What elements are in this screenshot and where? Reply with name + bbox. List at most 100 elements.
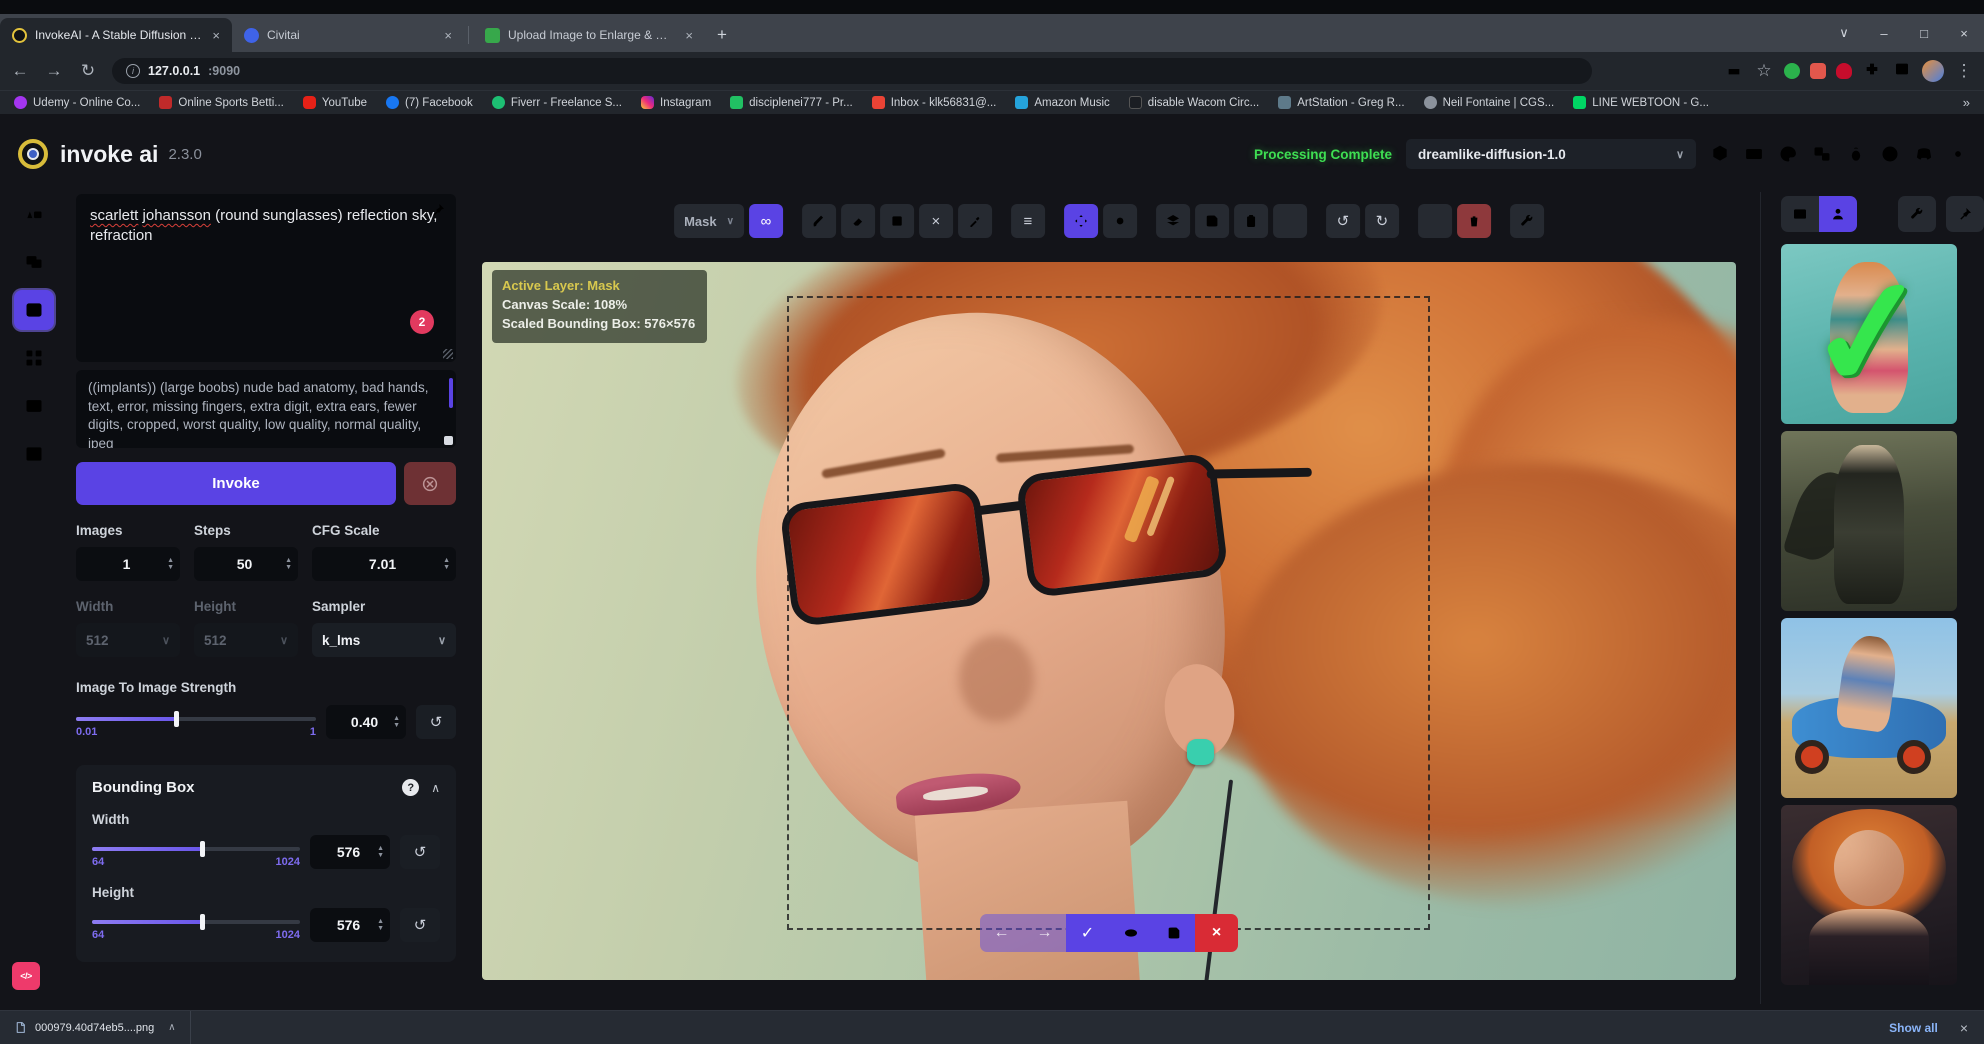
invoke-button[interactable]: Invoke	[76, 462, 396, 505]
bookmark-item[interactable]: (7) Facebook	[386, 96, 473, 109]
negative-prompt-input[interactable]: ((implants)) (large boobs) nude bad anat…	[76, 370, 456, 448]
gallery-uploads-tab[interactable]	[1819, 196, 1857, 232]
img2img-strength-slider[interactable]: 0.01 1	[76, 709, 316, 735]
tab-text-to-image[interactable]	[14, 194, 54, 234]
discard-image-button[interactable]: ×	[1195, 914, 1238, 952]
gallery-thumbnail[interactable]: ✓	[1781, 244, 1957, 424]
reset-bbox-height-button[interactable]: ↺	[400, 908, 440, 942]
show-all-downloads-link[interactable]: Show all	[1889, 1021, 1938, 1035]
discord-icon[interactable]	[1914, 144, 1934, 164]
images-input[interactable]: 1 ▲▼	[76, 547, 180, 581]
cancel-button[interactable]	[404, 462, 456, 505]
gallery-thumbnail[interactable]	[1781, 431, 1957, 611]
reset-strength-button[interactable]: ↺	[416, 705, 456, 739]
window-close-icon[interactable]: ×	[1944, 26, 1984, 41]
window-menu-icon[interactable]: ∨	[1824, 25, 1864, 41]
tab-close-icon[interactable]: ×	[210, 28, 222, 43]
adblock-plus-icon[interactable]	[1836, 63, 1852, 79]
forward-icon[interactable]: →	[44, 61, 64, 81]
save-staging-button[interactable]	[1152, 914, 1195, 952]
gallery-thumbnail[interactable]	[1781, 618, 1957, 798]
bookmark-item[interactable]: Inbox - klk56831@...	[872, 96, 997, 109]
redo-button[interactable]: ↻	[1365, 204, 1399, 238]
console-toggle-button[interactable]: </>	[12, 962, 40, 990]
bookmark-item[interactable]: disable Wacom Circ...	[1129, 96, 1259, 109]
bounding-box-outline[interactable]	[787, 296, 1430, 930]
stepper-arrows[interactable]: ▲▼	[377, 918, 384, 932]
scrollbar[interactable]	[449, 378, 453, 408]
help-icon[interactable]: ?	[402, 779, 419, 796]
bookmark-item[interactable]: Online Sports Betti...	[159, 96, 283, 109]
report-bug-icon[interactable]	[1846, 144, 1866, 164]
side-panel-icon[interactable]	[1892, 61, 1912, 82]
gallery-pin-button[interactable]	[1946, 196, 1984, 232]
window-minimize-icon[interactable]: –	[1864, 26, 1904, 41]
bookmark-item[interactable]: ArtStation - Greg R...	[1278, 96, 1404, 109]
canvas-settings-button[interactable]	[1510, 204, 1544, 238]
tab-training[interactable]	[14, 434, 54, 474]
hotkeys-keyboard-icon[interactable]	[1744, 144, 1764, 164]
model-select[interactable]: dreamlike-diffusion-1.0 ∨	[1406, 139, 1696, 169]
copy-to-clipboard-button[interactable]	[1234, 204, 1268, 238]
width-select[interactable]: 512 ∨	[76, 623, 180, 657]
download-caret-icon[interactable]: ∧	[168, 1022, 175, 1033]
upload-button[interactable]	[1418, 204, 1452, 238]
tab-post-processing[interactable]	[14, 386, 54, 426]
merge-visible-button[interactable]	[1156, 204, 1190, 238]
download-image-button[interactable]	[1273, 204, 1307, 238]
bbox-width-input[interactable]: 576 ▲▼	[310, 835, 390, 869]
bookmark-item[interactable]: LINE WEBTOON - G...	[1573, 96, 1709, 109]
extension-icon[interactable]	[1810, 63, 1826, 79]
accept-image-button[interactable]: ✓	[1066, 914, 1109, 952]
bbox-width-slider[interactable]: 64 1024	[92, 839, 300, 865]
tab-invokeai[interactable]: InvokeAI - A Stable Diffusion Too ×	[0, 18, 232, 52]
bbox-height-input[interactable]: 576 ▲▼	[310, 908, 390, 942]
extension-grammarly-icon[interactable]	[1784, 63, 1800, 79]
window-maximize-icon[interactable]: □	[1904, 26, 1944, 41]
extensions-puzzle-icon[interactable]	[1862, 61, 1882, 82]
erase-bounding-box-button[interactable]: ×	[919, 204, 953, 238]
sampler-select[interactable]: k_lms ∨	[312, 623, 456, 657]
tab-upload-image[interactable]: Upload Image to Enlarge & Enla ×	[473, 18, 705, 52]
settings-gear-icon[interactable]	[1948, 144, 1968, 164]
tab-civitai[interactable]: Civitai ×	[232, 18, 464, 52]
theme-palette-icon[interactable]	[1778, 144, 1798, 164]
layer-select[interactable]: Mask ∨	[674, 204, 744, 238]
next-image-button[interactable]: →	[1023, 914, 1066, 952]
brush-options-button[interactable]: ≡	[1011, 204, 1045, 238]
address-bar[interactable]: i 127.0.0.1:9090	[112, 58, 1592, 84]
resize-handle[interactable]	[444, 436, 453, 445]
stepper-arrows[interactable]: ▲▼	[377, 845, 384, 859]
move-tool-button[interactable]	[1064, 204, 1098, 238]
bookmark-item[interactable]: YouTube	[303, 96, 367, 109]
bookmark-star-icon[interactable]: ☆	[1754, 61, 1774, 81]
gallery-settings-button[interactable]	[1898, 196, 1936, 232]
steps-input[interactable]: 50 ▲▼	[194, 547, 298, 581]
language-translate-icon[interactable]	[1812, 144, 1832, 164]
download-item[interactable]: 000979.40d74eb5....png ∧	[0, 1011, 191, 1044]
eraser-tool-button[interactable]	[841, 204, 875, 238]
show-hide-button[interactable]	[1109, 914, 1152, 952]
pin-icon[interactable]	[430, 202, 446, 224]
tab-nodes[interactable]	[14, 338, 54, 378]
canvas-image[interactable]: Active Layer: Mask Canvas Scale: 108% Sc…	[482, 262, 1736, 980]
reset-bbox-width-button[interactable]: ↺	[400, 835, 440, 869]
reload-icon[interactable]: ↻	[78, 61, 98, 81]
gallery-images-tab[interactable]	[1781, 196, 1819, 232]
previous-image-button[interactable]: ←	[980, 914, 1023, 952]
bookmark-item[interactable]: Neil Fontaine | CGS...	[1424, 96, 1555, 109]
site-info-icon[interactable]: i	[126, 64, 140, 78]
new-tab-button[interactable]: +	[717, 25, 727, 45]
color-picker-button[interactable]	[958, 204, 992, 238]
back-icon[interactable]: ←	[10, 61, 30, 81]
stepper-arrows[interactable]: ▲▼	[393, 715, 400, 729]
stepper-arrows[interactable]: ▲▼	[285, 557, 292, 571]
bookmark-item[interactable]: disciplenei777 - Pr...	[730, 96, 853, 109]
bookmark-item[interactable]: Instagram	[641, 96, 711, 109]
close-downloads-bar-icon[interactable]: ×	[1960, 1020, 1968, 1036]
clear-canvas-button[interactable]	[1457, 204, 1491, 238]
tab-image-to-image[interactable]	[14, 242, 54, 282]
bookmarks-overflow-icon[interactable]: »	[1963, 95, 1970, 110]
stepper-arrows[interactable]: ▲▼	[167, 557, 174, 571]
github-icon[interactable]	[1880, 144, 1900, 164]
